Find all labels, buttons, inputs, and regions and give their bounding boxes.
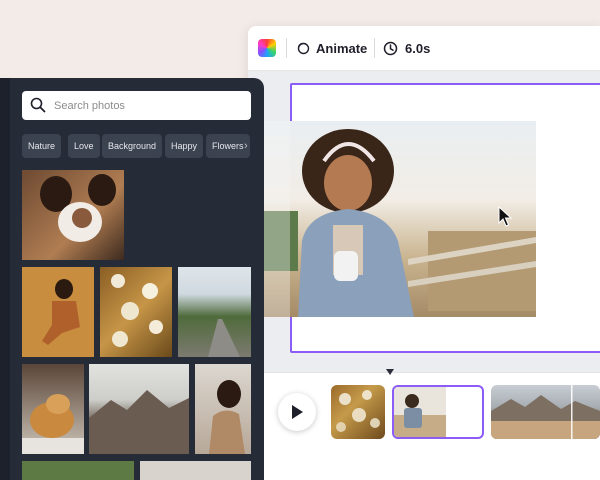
mouse-cursor-icon: [498, 206, 512, 227]
chevron-right-icon[interactable]: ›: [244, 140, 248, 152]
photo-family[interactable]: [22, 170, 124, 260]
playhead-marker[interactable]: [386, 369, 394, 375]
photo-couple[interactable]: [195, 364, 251, 454]
chip-happy[interactable]: Happy: [165, 134, 204, 158]
play-button[interactable]: [278, 393, 316, 431]
animate-button[interactable]: Animate: [296, 36, 367, 60]
photo-thumbnail: [89, 390, 189, 454]
photo-woman-sitting[interactable]: [22, 267, 94, 357]
photo-mountains[interactable]: [89, 364, 189, 454]
animate-icon: [297, 42, 310, 55]
toolbar-divider: [374, 38, 375, 58]
timeline-clip-selected[interactable]: [392, 385, 484, 439]
color-palette-icon[interactable]: [258, 39, 276, 57]
photo-thumbnail: [208, 319, 240, 357]
photo-thumbnail: [40, 174, 116, 242]
photo-dog[interactable]: [22, 364, 84, 454]
editor-toolbar: Animate 6.0s: [248, 26, 600, 71]
animate-label: Animate: [316, 40, 368, 56]
photo-partial[interactable]: [22, 461, 134, 480]
photo-thumbnail: [209, 380, 245, 454]
timeline-clip-mountains[interactable]: [491, 385, 600, 439]
duration-button[interactable]: 6.0s: [383, 36, 430, 60]
photo-daisies[interactable]: [100, 267, 172, 357]
photo-road[interactable]: [178, 267, 251, 357]
clip-thumbnail: [491, 385, 600, 439]
photo-partial[interactable]: [140, 461, 251, 480]
clip-thumbnail: [336, 390, 380, 432]
play-icon: [292, 405, 303, 419]
timeline-clip-flowers[interactable]: [331, 385, 385, 439]
search-input[interactable]: [52, 95, 246, 117]
photo-thumbnail: [22, 394, 84, 454]
chip-love[interactable]: Love: [68, 134, 100, 158]
clock-icon: [383, 41, 398, 55]
search-icon: [30, 97, 46, 113]
photo-thumbnail: [42, 279, 80, 345]
chip-nature[interactable]: Nature: [22, 134, 62, 158]
clip-thumbnail: [394, 387, 446, 437]
toolbar-divider: [286, 38, 287, 58]
timeline: [248, 369, 600, 480]
photo-panel: Nature Love Background Happy Flowers ›: [0, 78, 264, 480]
photo-thumbnail: [111, 274, 163, 347]
chip-background[interactable]: Background: [102, 134, 163, 158]
duration-label: 6.0s: [405, 40, 431, 56]
panel-side-strip: [0, 78, 10, 480]
category-chips: Nature Love Background Happy Flowers: [22, 134, 262, 159]
search-bar[interactable]: [22, 91, 251, 120]
chip-flowers[interactable]: Flowers: [206, 134, 250, 158]
